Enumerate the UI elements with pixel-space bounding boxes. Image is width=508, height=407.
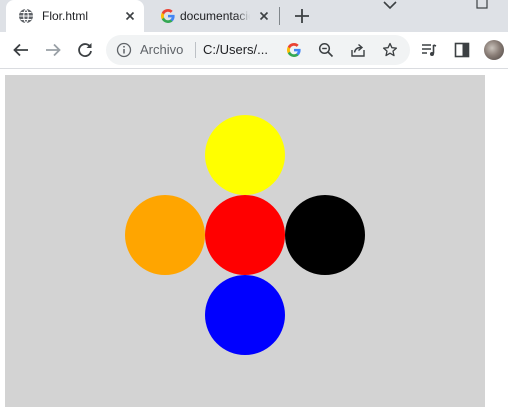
info-icon[interactable] [116,42,132,58]
close-tab-icon[interactable] [256,8,272,24]
url-text[interactable]: C:/Users/... [203,43,268,57]
globe-icon [18,8,34,24]
page-viewport [0,69,508,407]
media-controls-icon[interactable] [420,41,438,59]
blue-circle [205,275,285,355]
tab-title: documentación [180,9,250,23]
tab-strip: Flor.html documentación [0,0,508,32]
back-arrow-icon[interactable] [11,40,31,60]
tab-flor[interactable]: Flor.html [6,0,144,32]
reload-icon[interactable] [75,40,95,60]
profile-avatar[interactable] [484,40,504,60]
tab-documentacion[interactable]: documentación [148,0,276,32]
new-tab-plus-icon[interactable] [292,6,312,26]
tab-separator [279,7,280,25]
flower-canvas [5,75,485,407]
forward-arrow-icon[interactable] [43,40,63,60]
bookmark-star-icon[interactable] [382,42,398,58]
tab-search-chevron-icon[interactable] [380,0,400,12]
yellow-circle [205,115,285,195]
security-label: Archivo [140,42,184,57]
omnibox-separator [195,42,196,58]
google-lens-g-icon[interactable] [286,42,302,58]
tab-title: Flor.html [42,9,89,23]
google-g-icon [160,8,176,24]
black-circle [285,195,365,275]
side-panel-icon[interactable] [453,41,471,59]
close-tab-icon[interactable] [122,8,138,24]
address-bar[interactable]: Archivo C:/Users/... [106,35,410,65]
restore-window-icon[interactable] [472,0,492,12]
share-icon[interactable] [350,42,366,58]
browser-toolbar: Archivo C:/Users/... [0,32,508,68]
red-circle [205,195,285,275]
orange-circle [125,195,205,275]
zoom-out-icon[interactable] [318,42,334,58]
